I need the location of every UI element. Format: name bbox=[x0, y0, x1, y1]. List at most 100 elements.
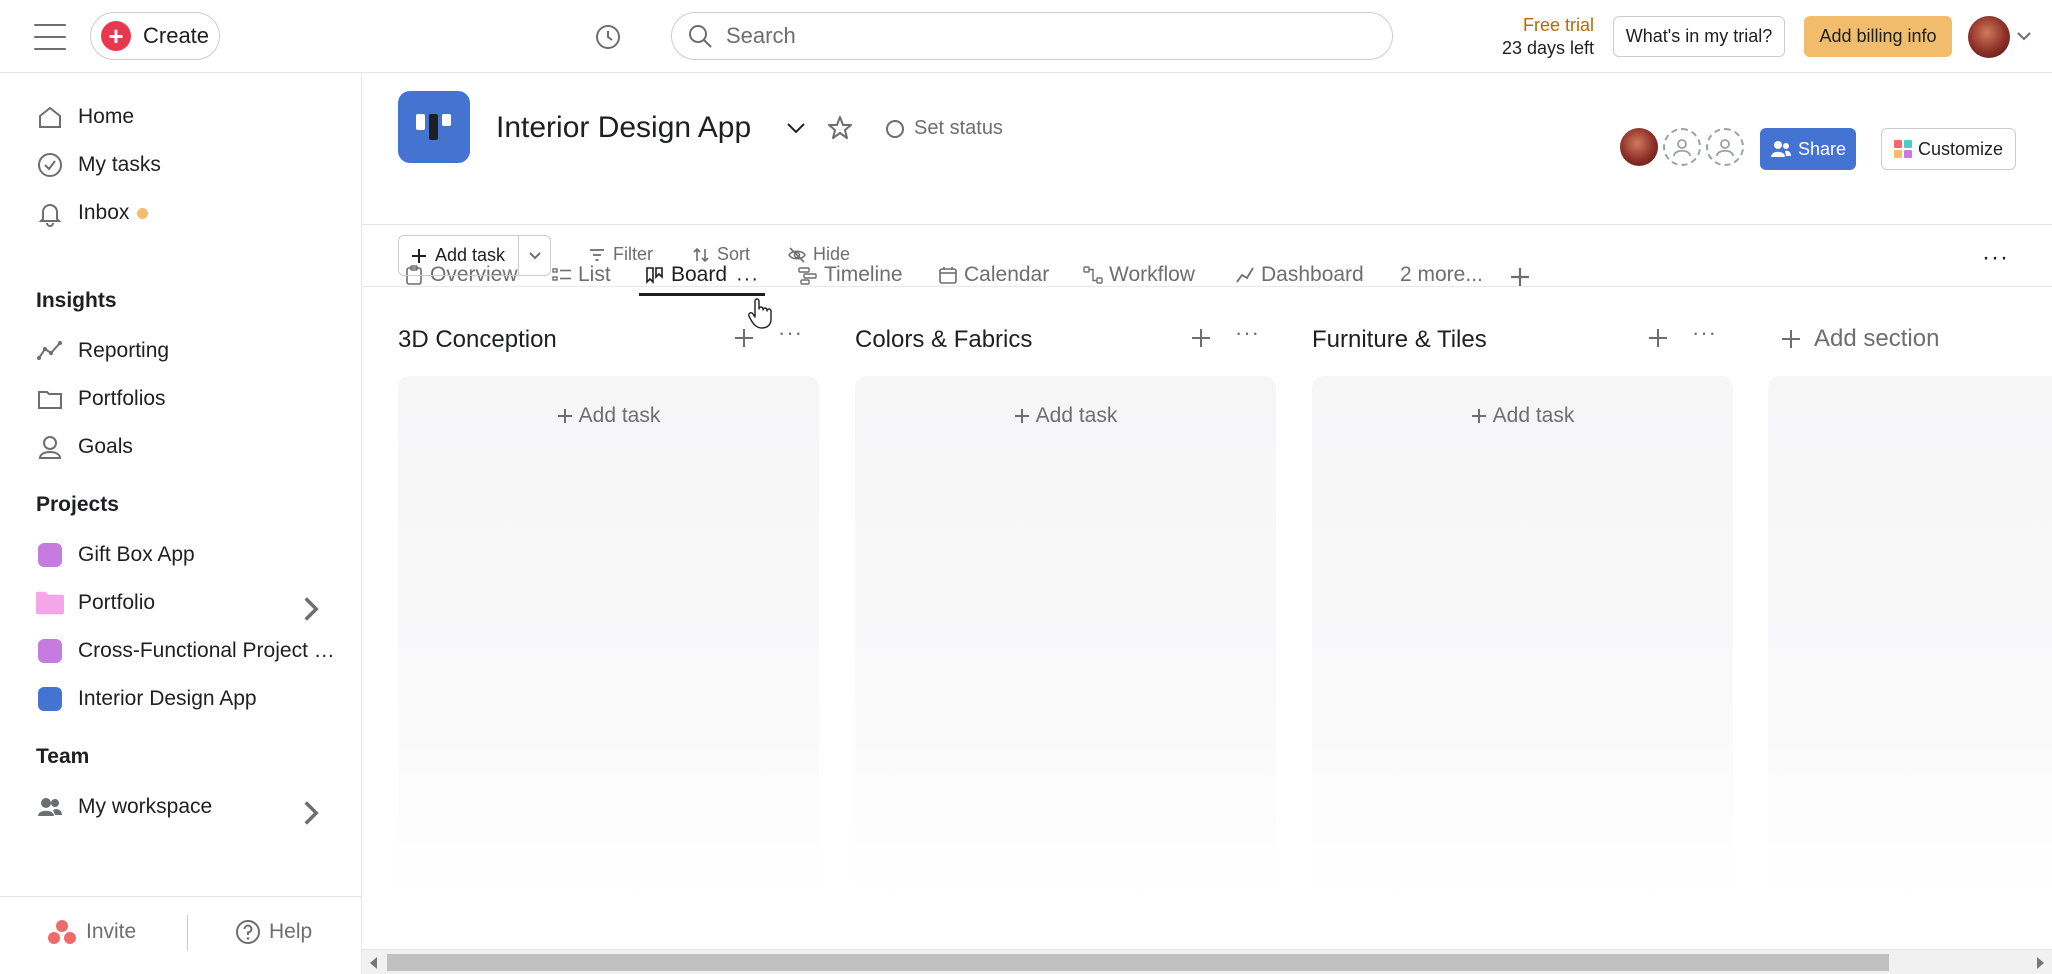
chevron-down-icon[interactable] bbox=[2014, 28, 2034, 44]
board-layout-icon bbox=[416, 114, 451, 140]
hide-label: Hide bbox=[813, 244, 851, 264]
add-task-label: Add task bbox=[578, 404, 661, 427]
sidebar-item-goals[interactable]: Goals bbox=[0, 425, 361, 469]
star-icon[interactable] bbox=[827, 115, 853, 141]
user-avatar[interactable] bbox=[1968, 16, 2010, 58]
sidebar-item-label: Inbox bbox=[78, 201, 130, 224]
sidebar-item-my-workspace[interactable]: My workspace bbox=[0, 785, 361, 829]
section-title-team[interactable]: Team bbox=[36, 745, 89, 769]
plus-icon bbox=[557, 409, 572, 423]
whats-in-trial-button[interactable]: What's in my trial? bbox=[1613, 16, 1785, 57]
project-members[interactable] bbox=[1620, 128, 1744, 166]
section-title-insights[interactable]: Insights bbox=[36, 289, 117, 313]
scroll-right-arrow-icon[interactable] bbox=[2037, 957, 2044, 969]
sidebar-item-label: Portfolios bbox=[78, 387, 166, 410]
column-title[interactable]: Colors & Fabrics bbox=[855, 326, 1032, 354]
history-clock-icon[interactable] bbox=[594, 23, 622, 51]
avatar[interactable] bbox=[1620, 128, 1658, 166]
create-label: Create bbox=[143, 23, 210, 48]
people-icon bbox=[38, 798, 62, 816]
sidebar-item-label: Gift Box App bbox=[78, 543, 195, 566]
sidebar-item-my-tasks[interactable]: My tasks bbox=[0, 143, 361, 187]
column-options-icon[interactable]: ··· bbox=[1235, 320, 1260, 346]
hide-button[interactable]: Hide bbox=[788, 244, 850, 265]
sort-button[interactable]: Sort bbox=[692, 244, 750, 265]
sidebar-item-portfolio[interactable]: Portfolio bbox=[0, 581, 361, 625]
status-circle-icon bbox=[886, 119, 904, 138]
column-options-icon[interactable]: ··· bbox=[778, 320, 803, 346]
column-title[interactable]: 3D Conception bbox=[398, 326, 557, 354]
sidebar-footer: Invite Help bbox=[0, 896, 361, 974]
add-task-label: Add task bbox=[1492, 404, 1575, 427]
filter-button[interactable]: Filter bbox=[588, 244, 653, 265]
column-options-icon[interactable]: ··· bbox=[1692, 320, 1717, 346]
member-placeholder-icon[interactable] bbox=[1706, 128, 1744, 166]
invite-label: Invite bbox=[86, 920, 137, 943]
column-title[interactable]: Furniture & Tiles bbox=[1312, 326, 1487, 354]
search-input[interactable] bbox=[726, 23, 1326, 49]
sidebar-item-inbox[interactable]: Inbox bbox=[0, 191, 361, 235]
section-title-projects[interactable]: Projects bbox=[36, 493, 119, 517]
chevron-down-icon[interactable] bbox=[785, 118, 807, 138]
set-status-button[interactable]: Set status bbox=[886, 117, 1003, 140]
sort-label: Sort bbox=[717, 244, 751, 264]
create-button[interactable]: + Create bbox=[90, 12, 220, 60]
sidebar-item-reporting[interactable]: Reporting bbox=[0, 329, 361, 373]
chevron-right-icon[interactable] bbox=[297, 595, 325, 623]
sidebar-item-label: Portfolio bbox=[78, 591, 156, 614]
add-task-button[interactable]: Add task bbox=[1312, 404, 1733, 428]
asana-logo-icon bbox=[48, 920, 76, 944]
sidebar-item-label: Cross-Functional Project P... bbox=[78, 639, 340, 662]
search-icon bbox=[689, 25, 712, 48]
member-placeholder-icon[interactable] bbox=[1663, 128, 1701, 166]
sidebar-item-label: Interior Design App bbox=[78, 687, 257, 710]
chevron-right-icon[interactable] bbox=[297, 799, 325, 827]
eye-off-icon bbox=[788, 246, 806, 263]
project-color-swatch bbox=[38, 639, 62, 663]
sidebar: Home My tasks Inbox Insights Reporting P… bbox=[0, 73, 362, 974]
project-title[interactable]: Interior Design App bbox=[496, 111, 751, 145]
plus-icon bbox=[1471, 409, 1486, 423]
scroll-left-arrow-icon[interactable] bbox=[370, 957, 377, 969]
share-button[interactable]: Share bbox=[1760, 128, 1856, 170]
add-task-plus-icon[interactable] bbox=[732, 326, 756, 350]
filter-icon bbox=[590, 248, 604, 261]
add-task-label: Add task bbox=[1035, 404, 1118, 427]
add-task-dropdown-button[interactable] bbox=[519, 236, 550, 275]
add-billing-info-button[interactable]: Add billing info bbox=[1804, 16, 1952, 57]
help-button[interactable]: Help bbox=[235, 919, 312, 945]
add-task-plus-icon[interactable] bbox=[1189, 326, 1213, 350]
invite-button[interactable]: Invite bbox=[48, 919, 136, 945]
customize-button[interactable]: Customize bbox=[1881, 128, 2016, 170]
project-board-icon[interactable] bbox=[398, 91, 470, 163]
sidebar-item-portfolios[interactable]: Portfolios bbox=[0, 377, 361, 421]
horizontal-scrollbar[interactable] bbox=[362, 949, 2052, 974]
sidebar-item-gift-box-app[interactable]: Gift Box App bbox=[0, 533, 361, 577]
add-task-button[interactable]: Add task bbox=[399, 236, 519, 275]
unread-dot bbox=[137, 207, 149, 219]
sidebar-item-label: My workspace bbox=[78, 795, 213, 818]
search-bar[interactable] bbox=[671, 12, 1393, 60]
add-section-label: Add section bbox=[1814, 325, 1940, 352]
share-label: Share bbox=[1797, 138, 1847, 159]
scrollbar-thumb[interactable] bbox=[387, 954, 1889, 971]
sidebar-item-cross-functional-project[interactable]: Cross-Functional Project P... bbox=[0, 629, 361, 673]
more-options-icon[interactable]: ··· bbox=[1982, 244, 2009, 272]
filter-label: Filter bbox=[613, 244, 653, 264]
add-task-plus-icon[interactable] bbox=[1646, 326, 1670, 350]
sidebar-item-home[interactable]: Home bbox=[0, 95, 361, 139]
folder-icon bbox=[36, 591, 64, 615]
add-task-split-button: Add task bbox=[398, 235, 551, 276]
active-tab-indicator bbox=[639, 293, 765, 296]
sidebar-item-interior-design-app[interactable]: Interior Design App bbox=[0, 677, 361, 721]
add-task-button[interactable]: Add task bbox=[398, 404, 819, 428]
sidebar-item-label: Home bbox=[78, 105, 135, 128]
project-color-swatch bbox=[38, 543, 62, 567]
add-task-label: Add task bbox=[435, 245, 506, 265]
customize-label: Customize bbox=[1917, 138, 2004, 159]
sidebar-item-label: My tasks bbox=[78, 153, 161, 176]
hamburger-menu-icon[interactable] bbox=[34, 24, 66, 50]
add-task-button[interactable]: Add task bbox=[855, 404, 1276, 428]
plus-icon bbox=[1782, 330, 1800, 348]
add-section-button[interactable]: Add section bbox=[1780, 325, 1939, 353]
